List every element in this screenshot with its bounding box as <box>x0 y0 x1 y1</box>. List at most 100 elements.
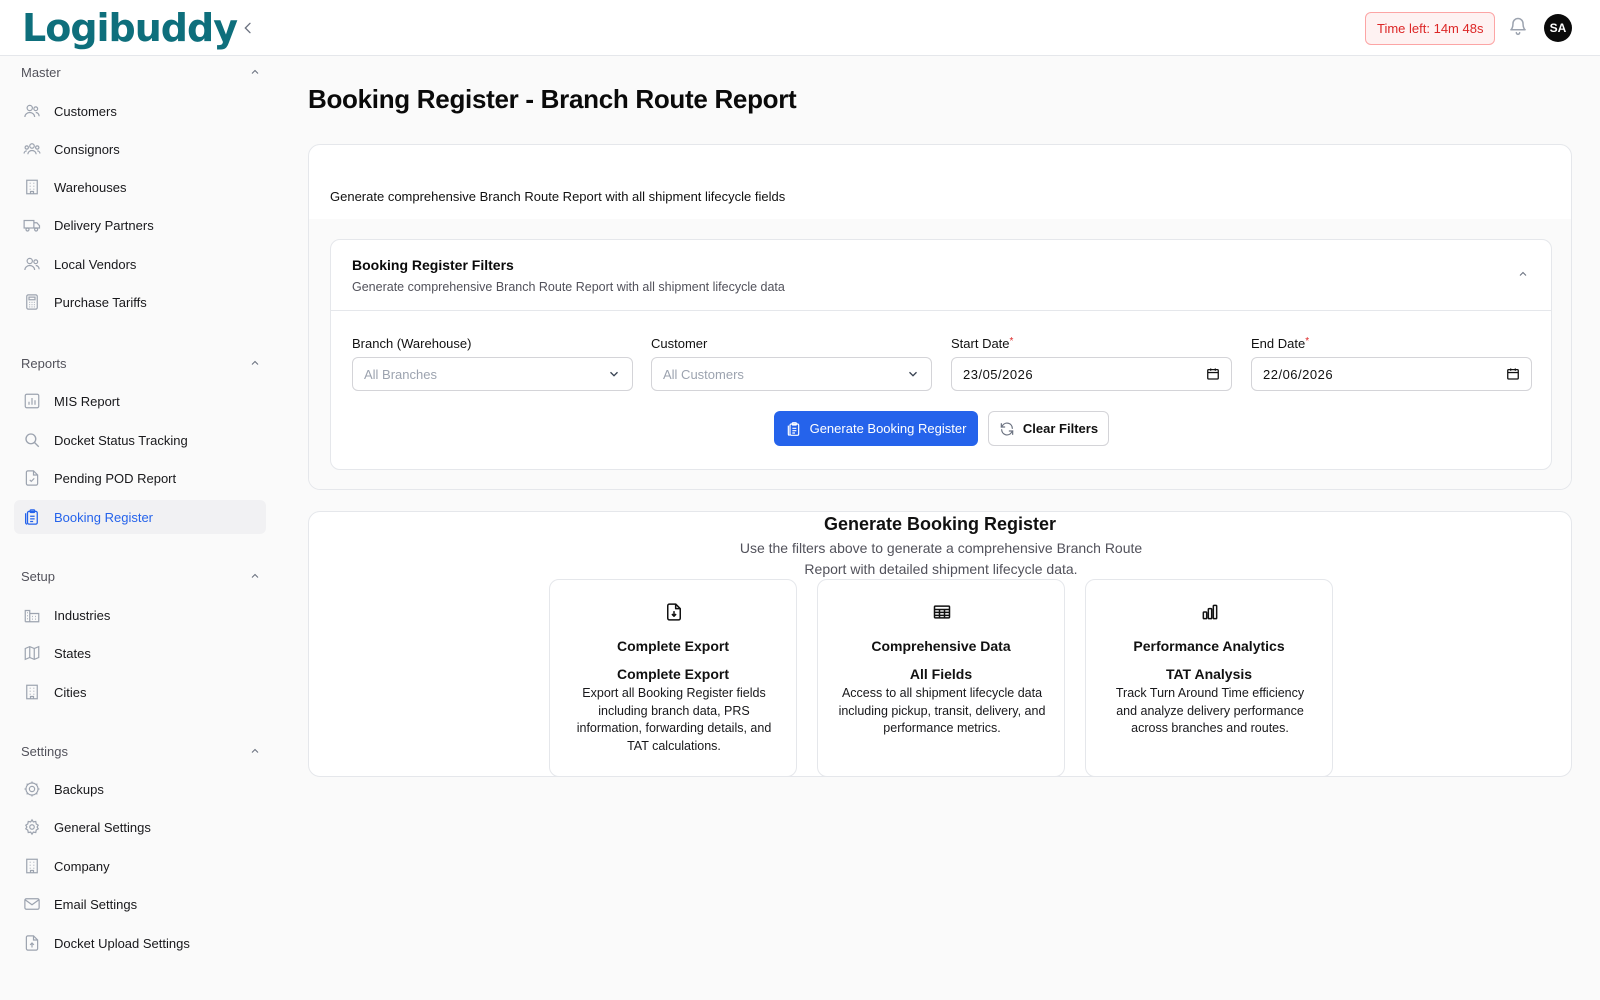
sidebar-item-customers[interactable]: Customers <box>14 94 266 128</box>
sidebar-item-email-settings[interactable]: Email Settings <box>14 887 266 921</box>
filters-collapse-button[interactable] <box>1513 264 1533 284</box>
sidebar-section-reports[interactable]: Reports <box>21 353 261 373</box>
file-upload-icon <box>22 933 42 953</box>
calendar-icon[interactable] <box>1506 367 1520 381</box>
sidebar-item-label: Email Settings <box>54 896 138 912</box>
branch-select[interactable]: All Branches <box>352 357 633 391</box>
sidebar-item-label: Warehouses <box>54 179 127 195</box>
sidebar-item-label: Delivery Partners <box>54 217 154 233</box>
filters-panel: Booking Register Filters Generate compre… <box>330 239 1552 470</box>
empty-state-card: Generate Booking Register Use the filter… <box>308 511 1572 777</box>
sidebar-item-label: Cities <box>54 684 87 700</box>
building-icon <box>22 856 42 876</box>
user-avatar[interactable]: SA <box>1544 14 1572 42</box>
group-icon <box>22 139 42 159</box>
sidebar-item-mis-report[interactable]: MIS Report <box>14 384 266 418</box>
start-date-input[interactable]: 23/05/2026 <box>951 357 1232 391</box>
file-download-icon <box>662 600 686 624</box>
sidebar-item-warehouses[interactable]: Warehouses <box>14 170 266 204</box>
sidebar-section-settings[interactable]: Settings <box>21 741 261 761</box>
bell-icon <box>1510 17 1526 36</box>
start-date-value: 23/05/2026 <box>963 366 1034 382</box>
refresh-icon <box>1000 422 1014 435</box>
sidebar-item-cities[interactable]: Cities <box>14 675 266 709</box>
sidebar-item-label: Docket Status Tracking <box>54 432 188 448</box>
section-title: Settings <box>21 743 68 759</box>
sidebar-item-label: Docket Upload Settings <box>54 935 190 951</box>
sidebar-item-docket-upload-settings[interactable]: Docket Upload Settings <box>14 926 266 960</box>
feature-description: Export all Booking Register fields inclu… <box>576 686 772 753</box>
sidebar-item-industries[interactable]: Industries <box>14 598 266 632</box>
cog-icon <box>22 779 42 799</box>
table-icon <box>930 600 954 624</box>
sidebar-item-states[interactable]: States <box>14 636 266 670</box>
report-description: Generate comprehensive Branch Route Repo… <box>330 189 786 204</box>
sidebar-item-label: Company <box>54 858 110 874</box>
chevron-down-icon <box>610 371 618 377</box>
sidebar-collapse-button[interactable] <box>236 16 260 40</box>
search-icon <box>22 430 42 450</box>
filters-title: Booking Register Filters <box>352 257 514 273</box>
generate-booking-register-button[interactable]: Generate Booking Register <box>774 411 978 446</box>
clear-filters-button[interactable]: Clear Filters <box>988 411 1109 446</box>
chevron-up-icon <box>251 573 259 578</box>
page-title: Booking Register - Branch Route Report <box>308 84 797 114</box>
sidebar-item-local-vendors[interactable]: Local Vendors <box>14 247 266 281</box>
truck-icon <box>22 215 42 235</box>
sidebar-section-master[interactable]: Master <box>21 62 261 82</box>
calculator-icon <box>22 292 42 312</box>
app-logo[interactable]: Logibuddy <box>22 6 238 50</box>
mail-icon <box>22 894 42 914</box>
report-card: Generate comprehensive Branch Route Repo… <box>308 144 1572 490</box>
branch-label: Branch (Warehouse) <box>352 336 472 351</box>
feature-description: Access to all shipment lifecycle data in… <box>838 686 1046 735</box>
empty-state-title: Generate Booking Register <box>823 514 1057 534</box>
end-date-label-text: End Date <box>1251 336 1306 351</box>
sidebar-item-label: Pending POD Report <box>54 470 177 486</box>
section-title: Reports <box>21 355 67 371</box>
required-mark: * <box>1305 336 1310 347</box>
feature-card-complete-export: Complete Export Complete Export Export a… <box>549 579 797 777</box>
factory-icon <box>22 605 42 625</box>
sidebar-item-label: MIS Report <box>54 393 120 409</box>
sidebar-item-label: Booking Register <box>54 509 153 525</box>
sidebar-item-backups[interactable]: Backups <box>14 772 266 806</box>
feature-subtitle: Complete Export <box>616 666 729 682</box>
sidebar-item-label: General Settings <box>54 819 151 835</box>
feature-subtitle: TAT Analysis <box>1165 666 1253 682</box>
required-mark: * <box>1009 336 1014 347</box>
customer-select[interactable]: All Customers <box>651 357 932 391</box>
end-date-input[interactable]: 22/06/2026 <box>1251 357 1532 391</box>
sidebar-item-label: Industries <box>54 607 111 623</box>
clipboard-icon <box>22 507 42 527</box>
bar-chart-icon <box>1198 600 1222 624</box>
calendar-icon[interactable] <box>1206 367 1220 381</box>
feature-card-performance-analytics: Performance Analytics TAT Analysis Track… <box>1085 579 1333 777</box>
chevron-up-icon <box>251 69 259 74</box>
chevron-down-icon <box>909 371 917 377</box>
feature-subtitle: All Fields <box>909 666 973 682</box>
sidebar-item-pending-pod-report[interactable]: Pending POD Report <box>14 461 266 495</box>
feature-title: Complete Export <box>616 638 729 654</box>
sidebar-item-label: States <box>54 645 91 661</box>
file-check-icon <box>22 468 42 488</box>
sidebar-item-general-settings[interactable]: General Settings <box>14 810 266 844</box>
sidebar-item-company[interactable]: Company <box>14 849 266 883</box>
gear-icon <box>22 817 42 837</box>
end-date-value: 22/06/2026 <box>1263 366 1334 382</box>
sidebar-item-consignors[interactable]: Consignors <box>14 132 266 166</box>
users-icon <box>22 101 42 121</box>
sidebar-item-purchase-tariffs[interactable]: Purchase Tariffs <box>14 285 266 319</box>
chevron-up-icon <box>1519 271 1527 276</box>
section-title: Setup <box>21 568 55 584</box>
sidebar-item-label: Purchase Tariffs <box>54 294 147 310</box>
filters-header[interactable]: Booking Register Filters Generate compre… <box>331 240 1551 311</box>
filters-subtitle: Generate comprehensive Branch Route Repo… <box>352 280 785 294</box>
sidebar-item-docket-status-tracking[interactable]: Docket Status Tracking <box>14 423 266 457</box>
feature-title: Comprehensive Data <box>871 638 1011 654</box>
chevron-up-icon <box>251 360 259 365</box>
sidebar-item-delivery-partners[interactable]: Delivery Partners <box>14 208 266 242</box>
sidebar-section-setup[interactable]: Setup <box>21 566 261 586</box>
notifications-button[interactable] <box>1508 16 1532 40</box>
sidebar-item-booking-register[interactable]: Booking Register <box>14 500 266 534</box>
